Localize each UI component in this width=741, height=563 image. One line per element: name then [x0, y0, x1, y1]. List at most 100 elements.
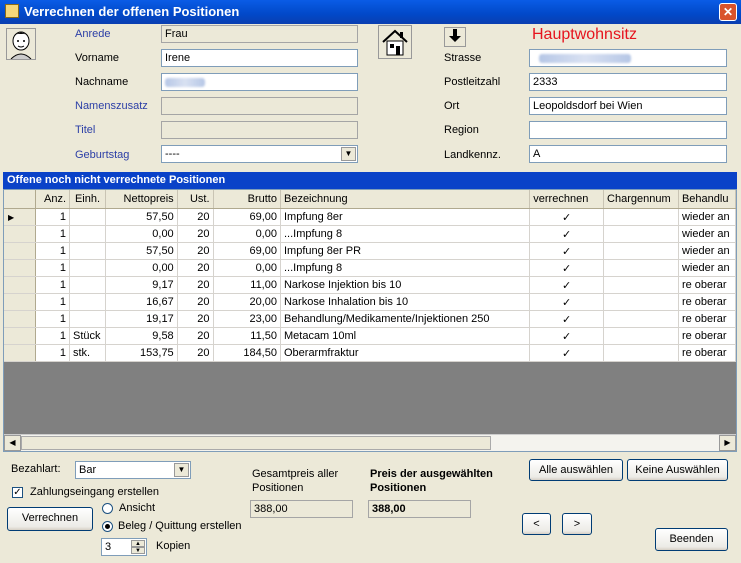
- column-header[interactable]: verrechnen: [529, 190, 605, 209]
- table-cell: re oberar: [678, 276, 736, 294]
- stepper-down-icon[interactable]: ▼: [131, 547, 145, 554]
- scroll-right-icon[interactable]: ▶: [719, 435, 736, 451]
- column-header[interactable]: Chargennum: [603, 190, 679, 209]
- table-cell: 153,75: [105, 344, 178, 362]
- table-cell: 57,50: [105, 242, 178, 260]
- current-row-marker-icon: ▶: [8, 213, 15, 222]
- verrechnen-checkbox[interactable]: ✓: [529, 225, 605, 243]
- nachname-field[interactable]: [161, 73, 358, 91]
- verrechnen-checkbox[interactable]: ✓: [529, 242, 605, 260]
- kopien-value: 3: [105, 541, 112, 553]
- table-row[interactable]: ▶ 1 57,50 20 69,00 Impfung 8er ✓ wieder an: [4, 208, 736, 226]
- table-cell: 23,00: [213, 310, 281, 328]
- alle-auswaehlen-button[interactable]: Alle auswählen: [529, 459, 623, 481]
- column-header[interactable]: Behandlu: [678, 190, 736, 209]
- land-field[interactable]: A: [529, 145, 727, 163]
- row-selector[interactable]: [4, 344, 37, 362]
- table-cell: 20: [177, 327, 214, 345]
- verrechnen-checkbox[interactable]: ✓: [529, 293, 605, 311]
- titel-label: Titel: [75, 124, 96, 136]
- table-row[interactable]: 1 19,17 20 23,00 Behandlung/Medikamente/Inje…: [4, 310, 736, 328]
- positions-grid[interactable]: Anz. Einh. Nettopreis Ust. Brutto Bezeic…: [3, 189, 737, 452]
- zahlungseingang-checkbox[interactable]: ✓: [12, 487, 23, 498]
- chevron-down-icon[interactable]: ▼: [341, 147, 356, 161]
- gesamtpreis-label: Gesamtpreis aller Positionen: [252, 468, 339, 494]
- table-row[interactable]: 1 16,67 20 20,00 Narkose Inhalation bis 10 ✓ r…: [4, 293, 736, 311]
- chevron-down-icon[interactable]: ▼: [174, 463, 189, 477]
- address-heading: Hauptwohnsitz: [532, 26, 637, 43]
- next-button[interactable]: >: [562, 513, 592, 535]
- row-selector[interactable]: [4, 242, 37, 260]
- geburtstag-value: ----: [165, 148, 180, 160]
- arrow-down-button[interactable]: [444, 27, 466, 47]
- prev-button[interactable]: <: [522, 513, 551, 535]
- auswahl-field: 388,00: [368, 500, 471, 518]
- row-selector-header: [4, 190, 37, 209]
- table-cell: [603, 293, 679, 311]
- plz-field[interactable]: 2333: [529, 73, 727, 91]
- table-cell: [603, 259, 679, 277]
- column-header[interactable]: Anz.: [35, 190, 70, 209]
- row-selector[interactable]: [4, 259, 37, 277]
- table-cell: [603, 276, 679, 294]
- row-selector[interactable]: [4, 225, 37, 243]
- table-cell: re oberar: [678, 344, 736, 362]
- row-selector[interactable]: ▶: [4, 208, 37, 226]
- scroll-left-icon[interactable]: ◀: [4, 435, 21, 451]
- column-header[interactable]: Ust.: [177, 190, 214, 209]
- verrechnen-checkbox[interactable]: ✓: [529, 208, 605, 226]
- table-cell: 0,00: [105, 259, 178, 277]
- verrechnen-checkbox[interactable]: ✓: [529, 259, 605, 277]
- verrechnen-checkbox[interactable]: ✓: [529, 276, 605, 294]
- row-selector[interactable]: [4, 293, 37, 311]
- verrechnen-checkbox[interactable]: ✓: [529, 344, 605, 362]
- ansicht-label: Ansicht: [119, 502, 156, 514]
- geburtstag-label: Geburtstag: [75, 149, 130, 161]
- close-button[interactable]: ✕: [719, 3, 737, 21]
- table-row[interactable]: 1 57,50 20 69,00 Impfung 8er PR ✓ wieder an: [4, 242, 736, 260]
- verrechnen-checkbox[interactable]: ✓: [529, 310, 605, 328]
- ansicht-radio[interactable]: [102, 503, 113, 514]
- horizontal-scrollbar[interactable]: ◀ ▶: [4, 434, 736, 451]
- vorname-label: Vorname: [75, 52, 120, 64]
- stepper-up-icon[interactable]: ▲: [131, 540, 145, 547]
- table-row[interactable]: 1 9,17 20 11,00 Narkose Injektion bis 10 ✓ re …: [4, 276, 736, 294]
- column-header[interactable]: Bezeichnung: [280, 190, 531, 209]
- region-field[interactable]: [529, 121, 727, 139]
- table-cell: Metacam 10ml: [280, 327, 531, 345]
- verrechnen-checkbox[interactable]: ✓: [529, 327, 605, 345]
- beleg-radio[interactable]: [102, 521, 113, 532]
- column-header[interactable]: Einh.: [69, 190, 106, 209]
- beenden-button[interactable]: Beenden: [655, 528, 728, 551]
- main-window: Verrechnen der offenen Positionen ✕ Anre…: [0, 0, 741, 563]
- namenszusatz-field[interactable]: [161, 97, 358, 115]
- table-row[interactable]: 1 Stück 9,58 20 11,50 Metacam 10ml ✓ re oberar: [4, 327, 736, 345]
- geburtstag-combo[interactable]: ---- ▼: [161, 145, 358, 163]
- ort-field[interactable]: Leopoldsdorf bei Wien: [529, 97, 727, 115]
- table-row[interactable]: 1 stk. 153,75 20 184,50 Oberarmfraktur ✓ re obe…: [4, 344, 736, 362]
- row-selector[interactable]: [4, 276, 37, 294]
- scrollbar-thumb[interactable]: [21, 436, 491, 450]
- table-cell: [603, 225, 679, 243]
- table-cell: 184,50: [213, 344, 281, 362]
- bezahlart-combo[interactable]: Bar ▼: [75, 461, 191, 479]
- row-selector[interactable]: [4, 327, 37, 345]
- table-row[interactable]: 1 0,00 20 0,00 ...Impfung 8 ✓ wieder an: [4, 259, 736, 277]
- column-header[interactable]: Brutto: [213, 190, 281, 209]
- vorname-field[interactable]: Irene: [161, 49, 358, 67]
- table-row[interactable]: 1 0,00 20 0,00 ...Impfung 8 ✓ wieder an: [4, 225, 736, 243]
- kopien-label: Kopien: [156, 540, 191, 552]
- row-selector[interactable]: [4, 310, 37, 328]
- keine-auswaehlen-button[interactable]: Keine Auswählen: [627, 459, 728, 481]
- column-header[interactable]: Nettopreis: [105, 190, 178, 209]
- table-cell: stk.: [69, 344, 106, 362]
- table-cell: [69, 293, 106, 311]
- table-cell: 0,00: [213, 259, 281, 277]
- kopien-stepper[interactable]: 3 ▲ ▼: [101, 538, 147, 556]
- verrechnen-button[interactable]: Verrechnen: [7, 507, 93, 531]
- titel-field[interactable]: [161, 121, 358, 139]
- strasse-field[interactable]: [529, 49, 727, 67]
- anrede-field[interactable]: Frau: [161, 25, 358, 43]
- table-cell: 1: [35, 259, 70, 277]
- table-cell: [69, 310, 106, 328]
